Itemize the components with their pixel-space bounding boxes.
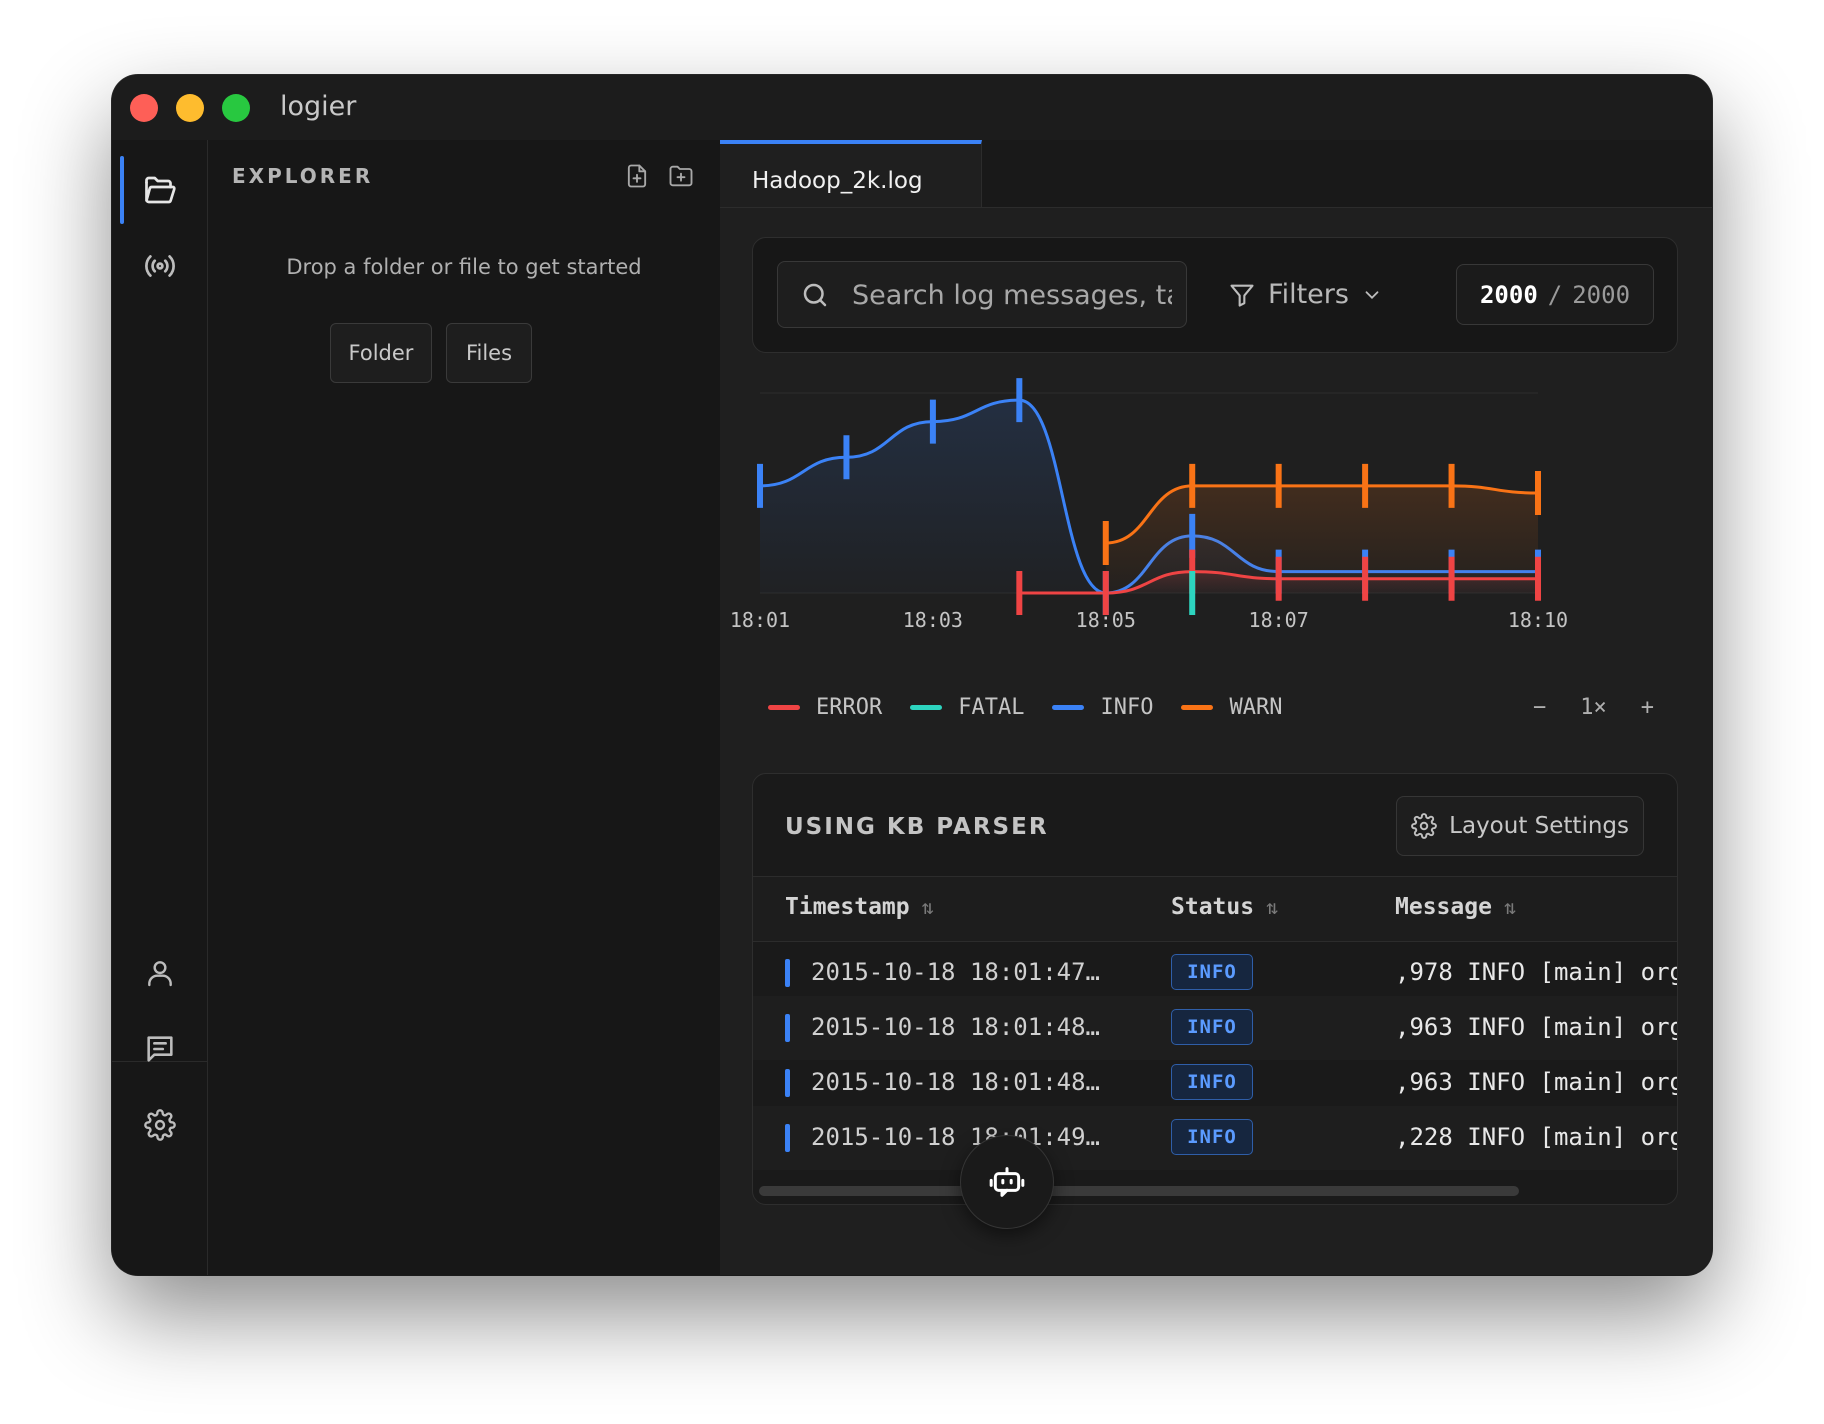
row-timestamp: 2015-10-18 18:01:47… xyxy=(811,958,1100,986)
column-status[interactable]: Status ⇅ xyxy=(1171,894,1278,920)
zoom-window-button[interactable] xyxy=(222,94,250,122)
legend-item-warn[interactable]: WARN xyxy=(1181,695,1282,720)
log-table-panel: USING KB PARSER Layout Settings Timestam… xyxy=(752,773,1678,1205)
explorer-panel: EXPLORER Drop a folder or file to get st… xyxy=(208,140,720,1275)
activity-explorer-button[interactable] xyxy=(112,150,207,230)
legend-item-error[interactable]: ERROR xyxy=(768,695,882,720)
message-icon xyxy=(146,1036,173,1062)
x-tick-label: 18:03 xyxy=(903,608,963,632)
activity-settings-button[interactable] xyxy=(112,1085,207,1165)
search-panel: Filters 2000 / 2000 xyxy=(752,237,1678,353)
column-message-label: Message xyxy=(1395,894,1492,920)
status-badge: INFO xyxy=(1171,1119,1253,1155)
column-timestamp[interactable]: Timestamp ⇅ xyxy=(785,894,934,920)
app-title: logier xyxy=(280,91,357,122)
search-input[interactable] xyxy=(850,262,1174,329)
row-message: ,963 INFO [main] org xyxy=(1395,1013,1678,1041)
activity-live-button[interactable] xyxy=(112,226,207,306)
row-message: ,963 INFO [main] org xyxy=(1395,1068,1678,1096)
status-badge: INFO xyxy=(1171,954,1253,990)
zoom-in-button[interactable]: + xyxy=(1641,695,1654,720)
search-box[interactable] xyxy=(777,261,1187,329)
search-icon xyxy=(803,283,827,307)
app-window: logier EXPLORER Drop a folder or file to… xyxy=(112,75,1712,1275)
layout-settings-label: Layout Settings xyxy=(1449,813,1629,839)
status-badge: INFO xyxy=(1171,1009,1253,1045)
chart-legend: ERROR FATAL INFO WARN xyxy=(768,695,1282,720)
parser-title: USING KB PARSER xyxy=(785,814,1049,840)
activity-messages-button[interactable] xyxy=(112,1009,207,1089)
table-header: Timestamp ⇅ Status ⇅ Message ⇅ xyxy=(753,876,1677,942)
status-badge: INFO xyxy=(1171,1064,1253,1100)
zoom-level: 1× xyxy=(1580,695,1607,720)
level-indicator xyxy=(785,959,790,987)
new-folder-icon xyxy=(669,165,693,187)
open-files-button[interactable]: Files xyxy=(446,323,532,383)
user-icon xyxy=(147,961,172,987)
close-window-button[interactable] xyxy=(130,94,158,122)
folder-open-icon xyxy=(144,176,176,204)
row-timestamp: 2015-10-18 18:01:49… xyxy=(811,1123,1100,1151)
x-tick-label: 18:05 xyxy=(1076,608,1136,632)
open-folder-button[interactable]: Folder xyxy=(330,323,432,383)
new-file-icon xyxy=(627,164,647,188)
activity-bar xyxy=(112,140,208,1275)
legend-label: FATAL xyxy=(958,695,1025,720)
legend-swatch xyxy=(1052,705,1085,710)
column-message[interactable]: Message ⇅ xyxy=(1395,894,1516,920)
legend-item-info[interactable]: INFO xyxy=(1052,695,1153,720)
legend-swatch xyxy=(1181,705,1214,710)
count-total: 2000 xyxy=(1572,280,1631,309)
layout-settings-button[interactable]: Layout Settings xyxy=(1396,796,1644,856)
chevron-down-icon xyxy=(1365,290,1379,299)
sort-icon: ⇅ xyxy=(921,895,934,919)
filters-dropdown[interactable]: Filters xyxy=(1228,261,1398,328)
new-folder-button[interactable] xyxy=(667,162,695,190)
legend-label: INFO xyxy=(1100,695,1154,720)
main-area: Hadoop_2k.log Filters 2000 / xyxy=(720,140,1712,1275)
legend-swatch xyxy=(910,705,943,710)
assistant-button[interactable] xyxy=(960,1135,1054,1229)
x-tick-label: 18:01 xyxy=(730,608,790,632)
row-message: ,228 INFO [main] org xyxy=(1395,1123,1678,1151)
legend-swatch xyxy=(768,705,800,710)
log-level-chart[interactable]: 18:01 18:03 18:05 18:07 18:10 xyxy=(720,355,1712,685)
legend-item-fatal[interactable]: FATAL xyxy=(910,695,1024,720)
broadcast-icon xyxy=(144,255,175,277)
new-file-button[interactable] xyxy=(623,162,651,190)
count-separator: / xyxy=(1547,280,1563,309)
row-timestamp: 2015-10-18 18:01:48… xyxy=(811,1013,1100,1041)
zoom-controls: − 1× + xyxy=(1533,695,1654,720)
result-count: 2000 / 2000 xyxy=(1456,264,1654,325)
sort-icon: ⇅ xyxy=(1503,895,1516,919)
count-shown: 2000 xyxy=(1479,280,1538,309)
gear-icon xyxy=(1411,813,1438,839)
filters-label: Filters xyxy=(1268,279,1349,310)
minimize-window-button[interactable] xyxy=(176,94,204,122)
x-tick-label: 18:07 xyxy=(1249,608,1309,632)
legend-label: WARN xyxy=(1229,695,1283,720)
x-tick-label: 18:10 xyxy=(1508,608,1568,632)
level-indicator xyxy=(785,1069,790,1097)
explorer-title: EXPLORER xyxy=(232,164,374,188)
legend-label: ERROR xyxy=(816,695,883,720)
title-bar: logier xyxy=(112,75,1712,141)
level-indicator xyxy=(785,1124,790,1152)
zoom-out-button[interactable]: − xyxy=(1533,695,1546,720)
explorer-empty-text: Drop a folder or file to get started xyxy=(286,255,642,279)
level-indicator xyxy=(785,1014,790,1042)
column-status-label: Status xyxy=(1171,894,1255,920)
tab-hadoop-log[interactable]: Hadoop_2k.log xyxy=(720,140,982,207)
row-timestamp: 2015-10-18 18:01:48… xyxy=(811,1068,1100,1096)
horizontal-scrollbar[interactable] xyxy=(759,1186,1519,1196)
sort-icon: ⇅ xyxy=(1266,895,1279,919)
table-row[interactable]: 2015-10-18 18:01:49… INFO ,228 INFO [mai… xyxy=(753,1106,1677,1170)
filter-icon xyxy=(1230,284,1254,307)
row-message: ,978 INFO [main] org xyxy=(1395,958,1678,986)
bot-icon xyxy=(989,1167,1025,1197)
tab-bar: Hadoop_2k.log xyxy=(720,140,1712,208)
gear-icon xyxy=(143,1109,176,1141)
column-timestamp-label: Timestamp xyxy=(785,894,910,920)
activity-account-button[interactable] xyxy=(112,933,207,1013)
